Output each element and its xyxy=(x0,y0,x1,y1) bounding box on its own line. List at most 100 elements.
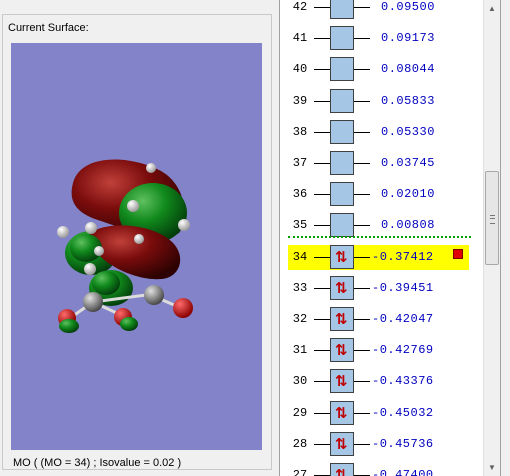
electron-pair-icon: ⇅ xyxy=(335,434,348,453)
electron-pair-icon: ⇅ xyxy=(335,247,348,266)
mo-level-row-39[interactable]: 39 0.05833 xyxy=(280,86,482,117)
orbital-lobe-negative xyxy=(120,317,138,331)
mo-index-label: 32 xyxy=(292,312,308,326)
oxygen-atom xyxy=(173,298,193,318)
mo-level-row-36[interactable]: 36 0.02010 xyxy=(280,179,482,210)
virtual-orbital-box[interactable] xyxy=(330,182,354,207)
mo-energy-value: -0.45736 xyxy=(372,436,434,451)
mo-index-label: 28 xyxy=(292,436,308,451)
virtual-orbital-box[interactable] xyxy=(330,0,354,19)
mo-level-row-34[interactable]: 34 ⇅ -0.37412 xyxy=(280,242,482,273)
level-line xyxy=(314,38,330,40)
level-line xyxy=(314,381,330,383)
mo-energy-value: -0.39451 xyxy=(372,280,434,295)
virtual-orbital-box[interactable] xyxy=(330,26,354,51)
mo-level-row-41[interactable]: 41 0.09173 xyxy=(280,23,482,54)
level-line xyxy=(354,225,370,227)
occupied-orbital-box[interactable]: ⇅ xyxy=(330,369,354,394)
level-line xyxy=(314,319,330,320)
level-line xyxy=(314,163,330,164)
level-line xyxy=(314,256,330,258)
mo-index-label: 31 xyxy=(292,343,308,358)
mo-index-label: 36 xyxy=(292,187,308,202)
mo-energy-value: -0.42769 xyxy=(372,343,434,358)
level-line xyxy=(354,194,370,196)
level-line xyxy=(314,100,330,102)
mo-energy-value: -0.43376 xyxy=(372,374,434,389)
level-line xyxy=(354,100,370,102)
mo-level-row-28[interactable]: 28 ⇅ -0.45736 xyxy=(280,429,482,460)
level-line xyxy=(354,7,370,8)
mo-level-row-27[interactable]: 27 ⇅ -0.47400 xyxy=(280,460,482,476)
mo-energy-value: 0.09173 xyxy=(381,31,435,46)
virtual-orbital-box[interactable] xyxy=(330,57,354,82)
hydrogen-atom xyxy=(84,263,96,275)
mo-index-label: 29 xyxy=(292,405,308,420)
scroll-up-arrow-icon[interactable]: ▲ xyxy=(484,0,500,17)
carbon-atom xyxy=(144,285,164,305)
mo-level-row-38[interactable]: 38 0.05330 xyxy=(280,117,482,148)
hydrogen-atom xyxy=(178,219,190,231)
mo-level-row-29[interactable]: 29 ⇅ -0.45032 xyxy=(280,398,482,429)
mo-level-row-33[interactable]: 33 ⇅ -0.39451 xyxy=(280,273,482,304)
occupied-orbital-box[interactable]: ⇅ xyxy=(330,244,354,269)
mo-level-row-30[interactable]: 30 ⇅ -0.43376 xyxy=(280,366,482,397)
hydrogen-atom xyxy=(134,234,144,244)
mo-energy-value: 0.08044 xyxy=(381,62,435,77)
hydrogen-atom xyxy=(94,246,104,256)
electron-pair-icon: ⇅ xyxy=(335,341,348,360)
hydrogen-atom xyxy=(85,222,97,234)
mo-index-label: 39 xyxy=(292,93,308,108)
mo-energy-value: 0.03745 xyxy=(381,156,435,170)
virtual-orbital-box[interactable] xyxy=(330,213,354,238)
electron-pair-icon: ⇅ xyxy=(335,310,348,328)
level-line xyxy=(354,319,370,320)
mo-list-scrollbar[interactable]: ▲ ▼ xyxy=(483,0,500,476)
occupied-orbital-box[interactable]: ⇅ xyxy=(330,431,354,456)
selected-mo-marker xyxy=(453,249,463,259)
mo-level-row-37[interactable]: 37 0.03745 xyxy=(280,148,482,179)
occupied-orbital-box[interactable]: ⇅ xyxy=(330,400,354,425)
mo-energy-value: -0.42047 xyxy=(372,312,434,326)
virtual-orbital-box[interactable] xyxy=(330,119,354,144)
level-line xyxy=(354,381,370,383)
mo-energy-value: 0.09500 xyxy=(381,0,435,14)
mo-index-label: 34 xyxy=(292,249,308,264)
electron-pair-icon: ⇅ xyxy=(335,403,348,422)
mo-level-row-42[interactable]: 42 0.09500 xyxy=(280,0,482,23)
level-line xyxy=(314,225,330,227)
level-line xyxy=(314,350,330,352)
level-line xyxy=(354,350,370,352)
hydrogen-atom xyxy=(127,200,139,212)
scrollbar-thumb[interactable] xyxy=(485,171,499,265)
level-line xyxy=(354,38,370,40)
level-line xyxy=(314,194,330,196)
virtual-orbital-box[interactable] xyxy=(330,88,354,113)
level-line xyxy=(314,69,330,71)
electron-pair-icon: ⇅ xyxy=(335,278,348,297)
orbital-lobe-negative xyxy=(92,271,120,295)
electron-pair-icon: ⇅ xyxy=(335,466,348,476)
virtual-orbital-box[interactable] xyxy=(330,151,354,175)
mo-energy-level-list[interactable]: 42 0.09500 41 0.09173 40 0.08044 39 0.05833 38 0.… xyxy=(279,0,501,476)
occupied-orbital-box[interactable]: ⇅ xyxy=(330,338,354,363)
scroll-down-arrow-icon[interactable]: ▼ xyxy=(484,459,500,476)
level-line xyxy=(354,69,370,71)
mo-index-label: 33 xyxy=(292,280,308,295)
level-line xyxy=(314,443,330,445)
occupied-orbital-box[interactable]: ⇅ xyxy=(330,307,354,331)
mo-index-label: 38 xyxy=(292,124,308,139)
occupied-orbital-box[interactable]: ⇅ xyxy=(330,275,354,300)
level-line xyxy=(314,7,330,8)
mo-level-row-32[interactable]: 32 ⇅ -0.42047 xyxy=(280,304,482,335)
mo-level-row-31[interactable]: 31 ⇅ -0.42769 xyxy=(280,335,482,366)
molecule-viewport[interactable] xyxy=(11,43,262,450)
mo-level-row-40[interactable]: 40 0.08044 xyxy=(280,54,482,85)
level-line xyxy=(314,287,330,289)
occupied-orbital-box[interactable]: ⇅ xyxy=(330,463,354,476)
mo-index-label: 40 xyxy=(292,62,308,77)
molecular-orbital-render xyxy=(57,159,193,333)
mo-energy-value: 0.00808 xyxy=(381,218,435,233)
hydrogen-atom xyxy=(146,163,156,173)
mo-index-label: 42 xyxy=(292,0,308,14)
